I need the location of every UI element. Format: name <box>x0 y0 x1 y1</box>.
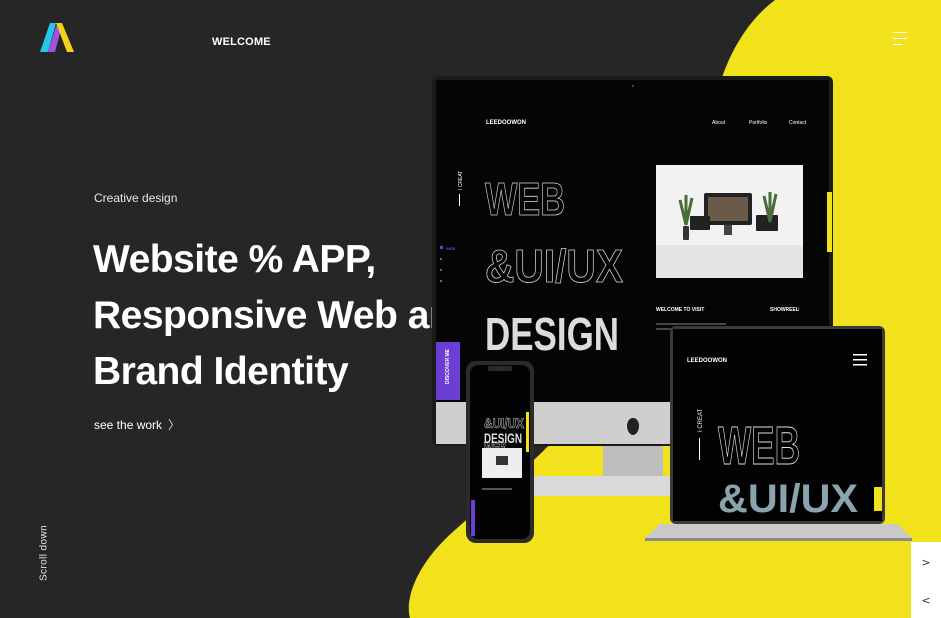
monitor-side-dot-label: WEB <box>446 246 455 251</box>
monitor-big-uiux: &UI/UX <box>485 240 623 292</box>
laptop-brand: LEEDOOWON <box>687 358 727 364</box>
monitor-showreel: SHOWREEL <box>770 307 799 313</box>
monitor-nav-portfolio: Portfolio <box>749 120 768 126</box>
monitor-side-label: I CREAT <box>458 171 464 190</box>
laptop-side-label: I CREAT <box>698 408 704 432</box>
laptop-big-web: WEB <box>718 416 800 476</box>
device-mockup-image: LEEDOOWON About Portfolio Contact I CREA… <box>432 76 912 543</box>
svg-text:DESIGN: DESIGN <box>484 430 522 446</box>
monitor-welcome-visit: WELCOME TO VISIT <box>656 307 704 313</box>
laptop-big-uiux: &UI/UX <box>718 477 858 521</box>
monitor-brand: LEEDOOWON <box>486 120 526 126</box>
phone-device: WEB &UI/UX DESIGN <box>466 361 534 543</box>
prev-slide-button[interactable]: < <box>911 582 941 618</box>
next-slide-button[interactable]: > <box>911 544 941 580</box>
monitor-big-web: WEB <box>485 173 565 225</box>
monitor-nav-contact: Contact <box>789 120 807 126</box>
svg-text:&UI/UX: &UI/UX <box>484 415 525 431</box>
monitor-discover-label: DISCOVER ME <box>445 348 451 384</box>
arrow-up-icon: ↑ <box>797 307 800 313</box>
slider-arrows: > < <box>911 542 941 618</box>
laptop-device: LEEDOOWON I CREAT WEB &UI/UX <box>645 326 912 541</box>
monitor-nav-about: About <box>712 120 726 126</box>
monitor-big-design: DESIGN <box>485 308 619 360</box>
